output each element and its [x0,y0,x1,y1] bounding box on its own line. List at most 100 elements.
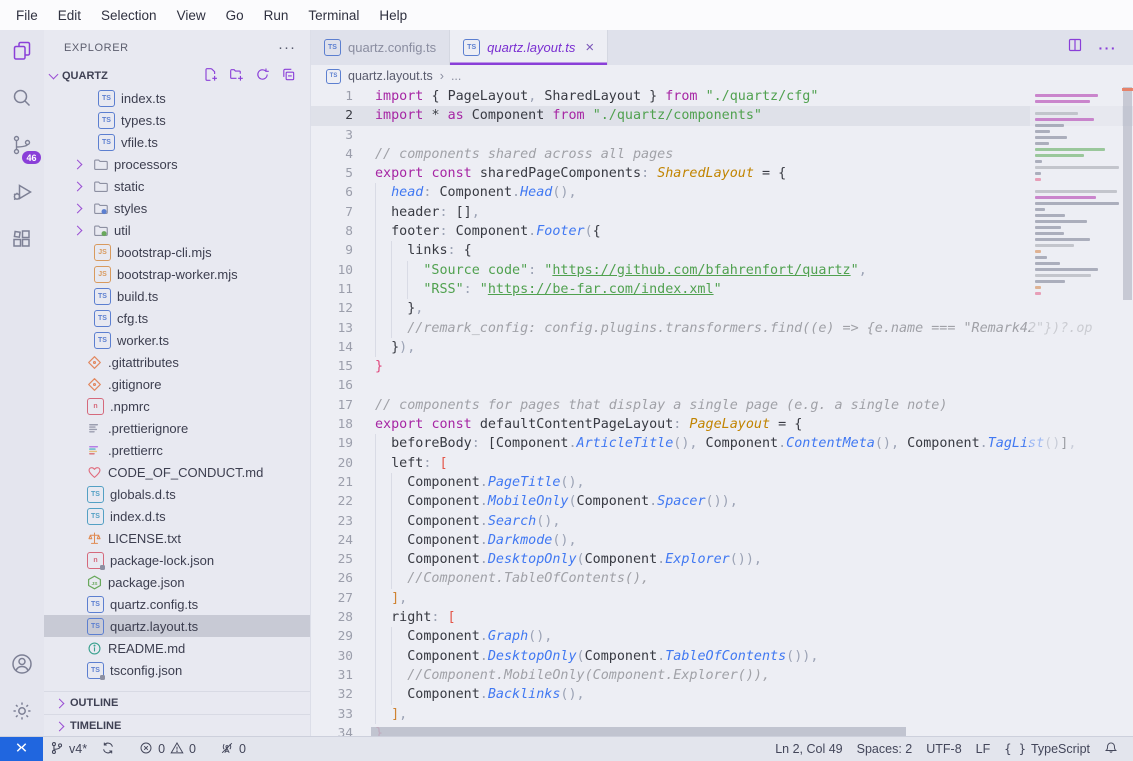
code-line-10[interactable]: 10 "Source code": "https://github.com/bf… [311,261,1133,280]
code-line-3[interactable]: 3 [311,126,1133,145]
new-file-button[interactable] [203,67,218,85]
tree-item-license-txt[interactable]: LICENSE.txt [44,527,310,549]
tab-quartz-config[interactable]: TS quartz.config.ts [311,30,450,65]
tree-item-vfile-ts[interactable]: TSvfile.ts [44,131,310,153]
line-number[interactable]: 22 [311,492,353,511]
tree-item-types-ts[interactable]: TStypes.ts [44,109,310,131]
line-number[interactable]: 23 [311,512,353,531]
code-line-17[interactable]: 17// components for pages that display a… [311,396,1133,415]
tree-item-readme-md[interactable]: README.md [44,637,310,659]
menu-edit[interactable]: Edit [48,5,91,26]
code-line-25[interactable]: 25 Component.DesktopOnly(Component.Explo… [311,550,1133,569]
code-line-32[interactable]: 32 Component.Backlinks(), [311,685,1133,704]
vertical-scrollbar-slider[interactable] [1123,87,1132,300]
collapse-folders-button[interactable] [281,67,296,85]
line-number[interactable]: 21 [311,473,353,492]
tree-item-bootstrap-cli-mjs[interactable]: JSbootstrap-cli.mjs [44,241,310,263]
tree-item-worker-ts[interactable]: TSworker.ts [44,329,310,351]
sidebar-more-actions-button[interactable]: ··· [278,39,296,56]
menu-help[interactable]: Help [369,5,417,26]
tree-item-package-lock-json[interactable]: npackage-lock.json [44,549,310,571]
outline-panel-header[interactable]: OUTLINE [44,691,310,714]
breadcrumb-file[interactable]: quartz.layout.ts [348,69,433,83]
eol-setting[interactable]: LF [969,737,998,761]
timeline-panel-header[interactable]: TIMELINE [44,714,310,737]
line-number[interactable]: 9 [311,241,353,260]
line-number[interactable]: 18 [311,415,353,434]
line-number[interactable]: 25 [311,550,353,569]
code-line-33[interactable]: 33 ], [311,705,1133,724]
code-line-7[interactable]: 7 header: [], [311,203,1133,222]
problems-status[interactable]: 0 0 [132,737,203,761]
line-number[interactable]: 31 [311,666,353,685]
indentation-setting[interactable]: Spaces: 2 [850,737,920,761]
explorer-tab-button[interactable] [0,30,44,77]
minimap[interactable] [1030,87,1122,726]
tree-item-quartz-config-ts[interactable]: TSquartz.config.ts [44,593,310,615]
code-line-16[interactable]: 16 [311,376,1133,395]
line-number[interactable]: 13 [311,319,353,338]
code-line-27[interactable]: 27 ], [311,589,1133,608]
code-line-11[interactable]: 11 "RSS": "https://be-far.com/index.xml" [311,280,1133,299]
line-number[interactable]: 10 [311,261,353,280]
code-line-23[interactable]: 23 Component.Search(), [311,512,1133,531]
code-line-5[interactable]: 5export const sharedPageComponents: Shar… [311,164,1133,183]
settings-button[interactable] [0,690,44,737]
line-number[interactable]: 17 [311,396,353,415]
tree-item-processors[interactable]: processors [44,153,310,175]
code-line-12[interactable]: 12 }, [311,299,1133,318]
menu-go[interactable]: Go [216,5,254,26]
tree-item-cfg-ts[interactable]: TScfg.ts [44,307,310,329]
code-line-24[interactable]: 24 Component.Darkmode(), [311,531,1133,550]
code-line-2[interactable]: 2import * as Component from "./quartz/co… [311,106,1133,125]
cursor-position[interactable]: Ln 2, Col 49 [768,737,849,761]
code-line-26[interactable]: 26 //Component.TableOfContents(), [311,569,1133,588]
code-line-15[interactable]: 15} [311,357,1133,376]
source-control-tab-button[interactable]: 46 [0,124,44,171]
tree-item-index-d-ts[interactable]: TSindex.d.ts [44,505,310,527]
tree-item--prettierignore[interactable]: .prettierignore [44,417,310,439]
line-number[interactable]: 19 [311,434,353,453]
code-line-14[interactable]: 14 }), [311,338,1133,357]
line-number[interactable]: 26 [311,569,353,588]
tab-quartz-layout[interactable]: TS quartz.layout.ts × [450,30,608,65]
ports-status[interactable]: 0 [213,737,253,761]
menu-selection[interactable]: Selection [91,5,167,26]
menu-run[interactable]: Run [254,5,299,26]
line-number[interactable]: 27 [311,589,353,608]
line-number[interactable]: 28 [311,608,353,627]
more-actions-button[interactable]: ··· [1099,40,1118,56]
line-number[interactable]: 16 [311,376,353,395]
line-number[interactable]: 5 [311,164,353,183]
tree-item-static[interactable]: static [44,175,310,197]
tree-item-tsconfig-json[interactable]: TStsconfig.json [44,659,310,681]
split-editor-button[interactable] [1067,37,1083,58]
tree-item-bootstrap-worker-mjs[interactable]: JSbootstrap-worker.mjs [44,263,310,285]
code-line-21[interactable]: 21 Component.PageTitle(), [311,473,1133,492]
code-editor[interactable]: 1import { PageLayout, SharedLayout } fro… [311,87,1133,737]
code-line-19[interactable]: 19 beforeBody: [Component.ArticleTitle()… [311,434,1133,453]
line-number[interactable]: 15 [311,357,353,376]
search-tab-button[interactable] [0,77,44,124]
close-icon[interactable]: × [585,39,594,56]
menu-view[interactable]: View [167,5,216,26]
tree-item-util[interactable]: util [44,219,310,241]
code-line-20[interactable]: 20 left: [ [311,454,1133,473]
run-debug-tab-button[interactable] [0,171,44,218]
encoding-setting[interactable]: UTF-8 [919,737,968,761]
remote-indicator[interactable] [0,737,43,761]
code-line-9[interactable]: 9 links: { [311,241,1133,260]
code-line-18[interactable]: 18export const defaultContentPageLayout:… [311,415,1133,434]
tree-item--gitattributes[interactable]: .gitattributes [44,351,310,373]
tree-item-quartz-layout-ts[interactable]: TSquartz.layout.ts [44,615,310,637]
line-number[interactable]: 4 [311,145,353,164]
menu-file[interactable]: File [6,5,48,26]
tree-item-package-json[interactable]: JSpackage.json [44,571,310,593]
line-number[interactable]: 7 [311,203,353,222]
workspace-section-header[interactable]: QUARTZ [44,65,310,87]
code-line-1[interactable]: 1import { PageLayout, SharedLayout } fro… [311,87,1133,106]
notifications-bell[interactable] [1097,737,1125,761]
code-line-8[interactable]: 8 footer: Component.Footer({ [311,222,1133,241]
tree-item-index-ts[interactable]: TSindex.ts [44,87,310,109]
line-number[interactable]: 12 [311,299,353,318]
